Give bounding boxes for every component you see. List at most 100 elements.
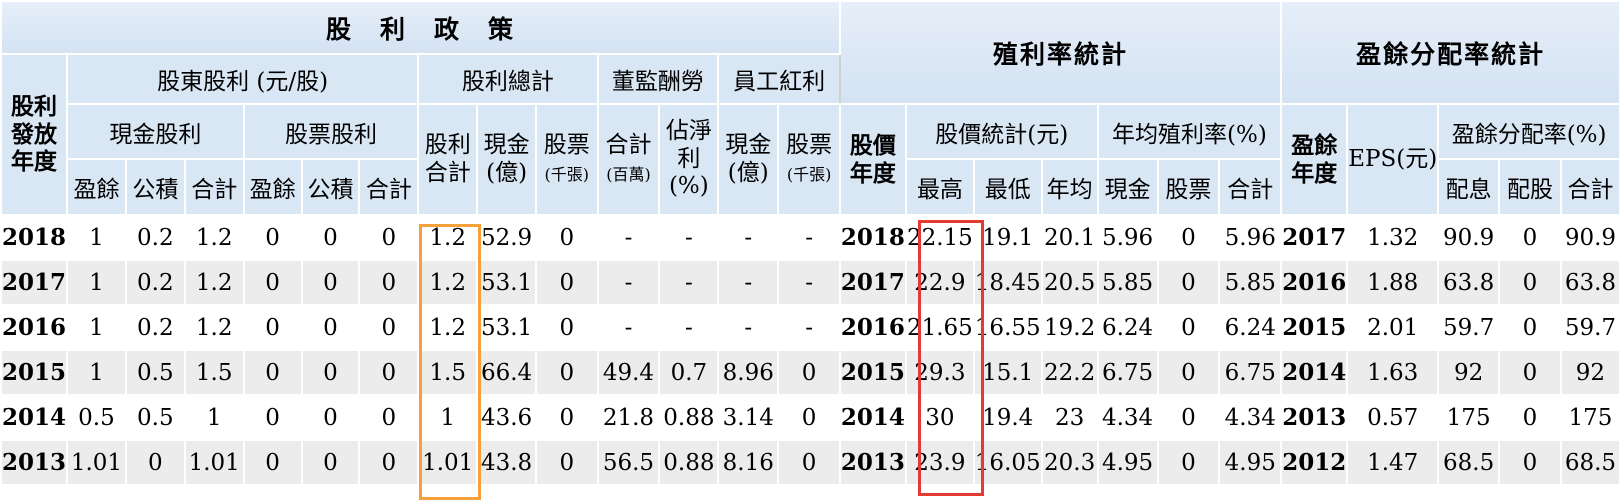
cell-director-total: -: [596, 214, 661, 261]
cell-director-pct: 0.88: [658, 394, 720, 441]
cell-employee-stock: 0: [777, 394, 841, 441]
cell-employee-cash: -: [717, 259, 780, 306]
cell-payout-stock: 0: [1498, 394, 1562, 441]
table-row: 2018 1 0.2 1.2 0 0 0 1.2 52.9 0 - - - - …: [0, 214, 1621, 261]
cell-yield-total: 6.24: [1218, 304, 1283, 351]
cell-stock-subtotal: 0: [358, 394, 420, 441]
table-row: 2013 1.01 0 1.01 0 0 0 1.01 43.8 0 56.5 …: [0, 439, 1621, 486]
cell-low: 19.1: [972, 214, 1043, 261]
cell-stock-reserve: 0: [300, 439, 361, 486]
cell-director-total: -: [596, 259, 661, 306]
header-stock-unit: (千張): [544, 164, 590, 184]
cell-high: 21.65: [904, 304, 975, 351]
cell-earnings-year: 2015: [1280, 304, 1349, 351]
cell-director-total: -: [596, 304, 661, 351]
cell-avg: 22.2: [1040, 349, 1099, 396]
cell-cash-reserve: 0.5: [124, 349, 186, 396]
cell-eps: 2.01: [1346, 304, 1440, 351]
header-employee-cash: 現金(億): [717, 103, 780, 216]
cell-cash-reserve: 0.5: [124, 394, 186, 441]
cell-cash-amount: 52.9: [476, 214, 538, 261]
cell-earnings-year: 2016: [1280, 259, 1349, 306]
header-shareholder-dividend: 股東股利 (元/股): [66, 53, 420, 105]
cell-dividend-total: 1.5: [417, 349, 479, 396]
cell-year: 2014: [0, 394, 69, 441]
cell-yield-stock: 0: [1156, 439, 1221, 486]
header-cash-amount: 現金(億): [476, 103, 538, 216]
header-yield-stock: 股票: [1156, 158, 1221, 216]
cell-cash-earnings: 1: [66, 214, 127, 261]
cell-dividend-total: 1.2: [417, 214, 479, 261]
cell-cash-reserve: 0: [124, 439, 186, 486]
header-price-stats: 股價統計(元): [904, 103, 1099, 160]
cell-cash-subtotal: 1.2: [183, 259, 245, 306]
cell-cash-amount: 66.4: [476, 349, 538, 396]
cell-yield-total: 5.96: [1218, 214, 1283, 261]
header-total-dividend: 股利總計: [417, 53, 599, 105]
cell-employee-stock: -: [777, 214, 841, 261]
header-payout-ratio: 盈餘分配率(%): [1437, 103, 1621, 160]
header-yield-sum: 合計: [1218, 158, 1283, 216]
cell-dividend-total: 1.2: [417, 259, 479, 306]
cell-high: 22.9: [904, 259, 975, 306]
cell-yield-cash: 6.75: [1096, 349, 1159, 396]
cell-stock-subtotal: 0: [358, 259, 420, 306]
cell-employee-stock: -: [777, 304, 841, 351]
header-earnings-year: 盈餘年度: [1280, 103, 1349, 216]
cell-cash-subtotal: 1.01: [183, 439, 245, 486]
cell-stock-subtotal: 0: [358, 439, 420, 486]
cell-avg: 20.3: [1040, 439, 1099, 486]
cell-payout-stock: 0: [1498, 349, 1562, 396]
cell-avg: 19.2: [1040, 304, 1099, 351]
cell-low: 18.45: [972, 259, 1043, 306]
cell-yield-total: 4.95: [1218, 439, 1283, 486]
cell-eps: 1.88: [1346, 259, 1440, 306]
cell-year: 2016: [0, 304, 69, 351]
cell-price-year: 2018: [838, 214, 907, 261]
table-body: 2018 1 0.2 1.2 0 0 0 1.2 52.9 0 - - - - …: [0, 214, 1621, 486]
cell-earnings-year: 2013: [1280, 394, 1349, 441]
cell-employee-stock: 0: [777, 349, 841, 396]
cell-cash-amount: 53.1: [476, 259, 538, 306]
cell-cash-amount: 43.8: [476, 439, 538, 486]
header-employee-stock-label: 股票: [786, 131, 833, 158]
cell-price-year: 2016: [838, 304, 907, 351]
cell-earnings-year: 2012: [1280, 439, 1349, 486]
cell-director-pct: -: [658, 214, 720, 261]
cell-yield-stock: 0: [1156, 304, 1221, 351]
dividend-policy-table: 股 利 政 策 殖利率統計 盈餘分配率統計 股利發放年度 股東股利 (元/股) …: [0, 0, 1621, 486]
cell-payout-total: 63.8: [1559, 259, 1621, 306]
cell-cash-amount: 43.6: [476, 394, 538, 441]
header-dividend-policy: 股 利 政 策: [0, 0, 841, 55]
cell-payout-stock: 0: [1498, 259, 1562, 306]
cell-payout-stock: 0: [1498, 304, 1562, 351]
cell-stock-amount: 0: [535, 439, 599, 486]
cell-stock-earnings: 0: [242, 304, 303, 351]
table-row: 2016 1 0.2 1.2 0 0 0 1.2 53.1 0 - - - - …: [0, 304, 1621, 351]
cell-stock-earnings: 0: [242, 214, 303, 261]
cell-director-total: 56.5: [596, 439, 661, 486]
cell-director-pct: 0.7: [658, 349, 720, 396]
cell-price-year: 2014: [838, 394, 907, 441]
cell-price-year: 2015: [838, 349, 907, 396]
cell-stock-reserve: 0: [300, 214, 361, 261]
cell-director-total: 21.8: [596, 394, 661, 441]
cell-cash-subtotal: 1: [183, 394, 245, 441]
cell-employee-cash: 3.14: [717, 394, 780, 441]
cell-eps: 1.47: [1346, 439, 1440, 486]
header-high: 最高: [904, 158, 975, 216]
cell-yield-total: 4.34: [1218, 394, 1283, 441]
header-eps: EPS(元): [1346, 103, 1440, 216]
cell-eps: 1.32: [1346, 214, 1440, 261]
cell-cash-subtotal: 1.2: [183, 304, 245, 351]
cell-stock-amount: 0: [535, 349, 599, 396]
cell-price-year: 2017: [838, 259, 907, 306]
cell-low: 16.05: [972, 439, 1043, 486]
cell-earnings-year: 2017: [1280, 214, 1349, 261]
cell-yield-stock: 0: [1156, 349, 1221, 396]
cell-dividend-total: 1: [417, 394, 479, 441]
cell-payout-stock: 0: [1498, 439, 1562, 486]
cell-dividend-total: 1.2: [417, 304, 479, 351]
cell-payout-cash: 90.9: [1437, 214, 1501, 261]
cell-yield-total: 5.85: [1218, 259, 1283, 306]
